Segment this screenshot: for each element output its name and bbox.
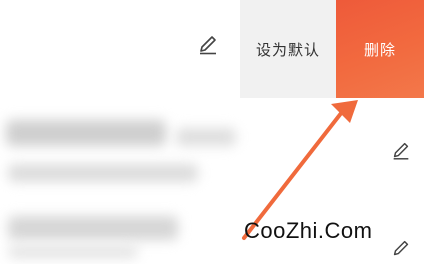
delete-button[interactable]: 删除: [336, 0, 424, 98]
watermark-text: CooZhi.Com: [244, 218, 373, 243]
edit-pencil-icon[interactable]: [390, 140, 412, 162]
address-row-swiped[interactable]: 设为默认 删除: [0, 0, 424, 98]
blurred-name-text: [6, 120, 166, 146]
edit-pencil-icon[interactable]: [390, 238, 412, 260]
blurred-address-text-2: [8, 246, 138, 258]
blurred-phone-text: [176, 128, 236, 146]
edit-pencil-icon[interactable]: [196, 33, 220, 57]
row-separator: [0, 98, 424, 106]
blurred-name-text-2: [8, 216, 178, 240]
blurred-address-text: [8, 164, 198, 182]
set-default-button[interactable]: 设为默认: [240, 0, 336, 98]
